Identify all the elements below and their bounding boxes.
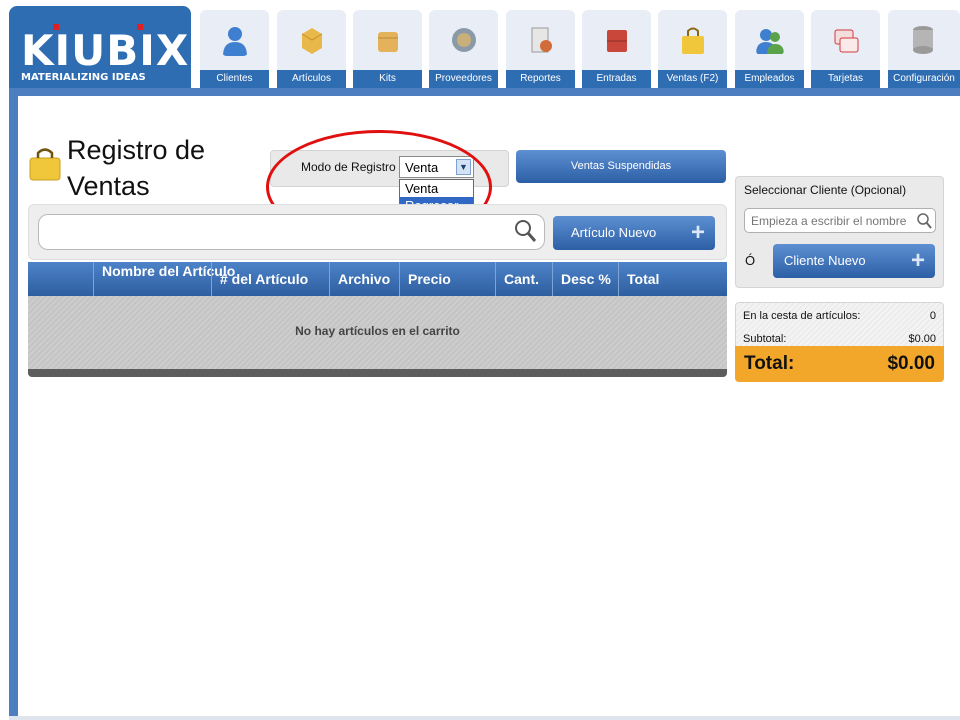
- nav-tab-label: Proveedores: [435, 73, 492, 84]
- nav-tab-label: Empleados: [744, 73, 795, 84]
- column-header-precio[interactable]: Precio: [399, 262, 495, 296]
- nav-tab-label: Configuración: [893, 73, 955, 84]
- box-open-icon: [301, 28, 323, 54]
- column-header-numero[interactable]: # del Artículo: [211, 262, 329, 296]
- nav-tab-proveedores[interactable]: Proveedores: [429, 10, 498, 88]
- subtotal-label: Subtotal:: [743, 333, 787, 345]
- nav-tab-ventas[interactable]: Ventas (F2): [658, 10, 727, 88]
- new-customer-label: Cliente Nuevo: [784, 253, 866, 268]
- empty-cart-message: No hay artículos en el carrito: [295, 324, 460, 338]
- table-header: Nombre del Artículo # del Artículo Archi…: [28, 262, 727, 296]
- column-header-desc[interactable]: Desc %: [552, 262, 618, 296]
- search-icon[interactable]: [916, 212, 932, 230]
- column-header-cant[interactable]: Cant.: [495, 262, 552, 296]
- nav-tab-empleados[interactable]: Empleados: [735, 10, 804, 88]
- top-bar: [9, 88, 960, 96]
- logo[interactable]: KIUBIX MATERIALIZING IDEAS: [9, 6, 191, 88]
- package-icon: [378, 32, 398, 52]
- nav-tab-label: Kits: [379, 73, 396, 84]
- plus-icon: +: [910, 247, 925, 274]
- column-header: [28, 262, 93, 296]
- customer-title: Seleccionar Cliente (Opcional): [744, 183, 907, 197]
- column-header-archivo[interactable]: Archivo: [329, 262, 399, 296]
- new-customer-button[interactable]: Cliente Nuevo +: [773, 244, 935, 278]
- table-footer: [28, 369, 727, 377]
- or-label: Ó: [745, 253, 756, 268]
- nav-tab-label: Entradas: [596, 73, 637, 84]
- total-bar: Total: $0.00: [735, 346, 944, 382]
- column-header-nombre[interactable]: Nombre del Artículo: [93, 262, 235, 296]
- customer-search-input[interactable]: [749, 211, 913, 231]
- cart-table: Nombre del Artículo # del Artículo Archi…: [28, 262, 727, 377]
- logo-text: KIUBIX: [21, 26, 190, 75]
- subtotal-value: $0.00: [908, 333, 936, 345]
- logo-dot: [53, 24, 59, 30]
- total-label: Total:: [744, 353, 795, 374]
- shopping-bag-icon: [29, 148, 61, 181]
- nav-tab-configuracion[interactable]: Configuración: [888, 10, 960, 88]
- supplier-globe-icon: [452, 28, 476, 52]
- users-icon: [756, 29, 784, 54]
- report-chart-icon: [531, 27, 552, 53]
- frame-bottom-border: [9, 716, 960, 720]
- nav-tab-articulos[interactable]: Artículos: [277, 10, 346, 88]
- plus-icon: +: [690, 219, 705, 246]
- database-icon: [913, 26, 933, 54]
- suspended-sales-button[interactable]: Ventas Suspendidas: [516, 150, 726, 183]
- nav-tab-label: Ventas (F2): [666, 73, 719, 84]
- new-item-label: Artículo Nuevo: [571, 225, 657, 240]
- search-icon[interactable]: [513, 218, 537, 244]
- shopping-bag-icon: [682, 27, 704, 54]
- subtotal-row: Subtotal: $0.00: [743, 333, 936, 345]
- cards-icon: [834, 29, 859, 53]
- items-count-value: 0: [929, 310, 936, 322]
- person-icon: [223, 27, 247, 56]
- nav-tab-label: Tarjetas: [827, 73, 863, 84]
- table-body: No hay artículos en el carrito: [28, 296, 727, 369]
- nav-tab-label: Clientes: [216, 73, 253, 84]
- new-item-button[interactable]: Artículo Nuevo +: [553, 216, 715, 250]
- logo-tagline: MATERIALIZING IDEAS: [21, 72, 146, 83]
- items-count-label: En la cesta de artículos:: [743, 310, 861, 322]
- nav-tab-entradas[interactable]: Entradas: [582, 10, 651, 88]
- crates-icon: [607, 30, 627, 52]
- nav-tab-kits[interactable]: Kits: [353, 10, 422, 88]
- nav-tab-tarjetas[interactable]: Tarjetas: [811, 10, 880, 88]
- nav-tab-clientes[interactable]: Clientes: [200, 10, 269, 88]
- page-title: Registro de Ventas: [67, 135, 206, 201]
- search-input[interactable]: [48, 220, 502, 244]
- logo-dot: [137, 24, 143, 30]
- column-header-total[interactable]: Total: [618, 262, 727, 296]
- frame-left-border: [9, 94, 18, 720]
- nav-tab-reportes[interactable]: Reportes: [506, 10, 575, 88]
- nav-tab-label: Reportes: [520, 73, 561, 84]
- nav-tab-label: Artículos: [292, 73, 331, 84]
- items-count-row: En la cesta de artículos: 0: [743, 310, 936, 322]
- total-value: $0.00: [887, 353, 935, 374]
